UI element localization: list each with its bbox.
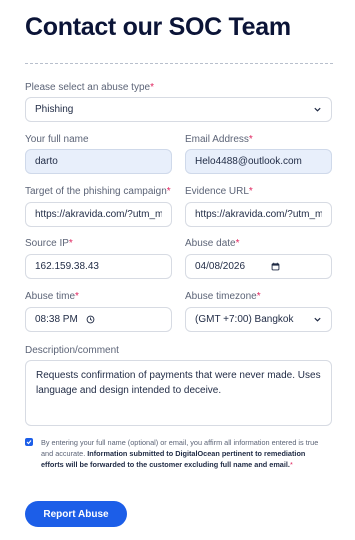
consent-text: By entering your full name (optional) or… — [41, 438, 319, 469]
chevron-down-icon — [312, 315, 322, 325]
consent-checkbox[interactable] — [25, 438, 33, 446]
description-textarea[interactable]: Requests confirmation of payments that w… — [25, 360, 332, 426]
evidence-url-label: Evidence URL* — [185, 186, 253, 197]
target-field[interactable]: https://akravida.com/?utm_m — [25, 202, 172, 227]
calendar-icon[interactable] — [270, 262, 280, 272]
abuse-type-value: Phishing — [35, 104, 74, 115]
abuse-time-label: Abuse time* — [25, 291, 79, 302]
source-ip-label: Source IP* — [25, 238, 73, 249]
clock-icon[interactable] — [86, 315, 96, 325]
dashed-divider — [25, 63, 333, 64]
target-label: Target of the phishing campaign* — [25, 186, 171, 197]
report-abuse-button[interactable]: Report Abuse — [25, 501, 127, 527]
page-title: Contact our SOC Team — [25, 13, 291, 41]
chevron-down-icon — [312, 105, 322, 115]
evidence-url-field[interactable]: https://akravida.com/?utm_m — [185, 202, 332, 227]
checkmark-icon — [26, 440, 32, 445]
timezone-select[interactable]: (GMT +7:00) Bangkok — [185, 307, 332, 332]
abuse-date-label: Abuse date* — [185, 238, 240, 249]
timezone-label: Abuse timezone* — [185, 291, 261, 302]
email-label: Email Address* — [185, 134, 253, 145]
abuse-time-field[interactable]: 08:38 PM — [25, 307, 172, 332]
abuse-date-field[interactable]: 04/08/2026 — [185, 254, 332, 279]
source-ip-field[interactable]: 162.159.38.43 — [25, 254, 172, 279]
full-name-field[interactable]: darto — [25, 149, 172, 174]
description-label: Description/comment — [25, 345, 119, 356]
full-name-label: Your full name — [25, 134, 89, 145]
abuse-type-select[interactable]: Phishing — [25, 97, 332, 122]
email-field[interactable]: Helo4488@outlook.com — [185, 149, 332, 174]
abuse-type-label: Please select an abuse type* — [25, 82, 154, 93]
